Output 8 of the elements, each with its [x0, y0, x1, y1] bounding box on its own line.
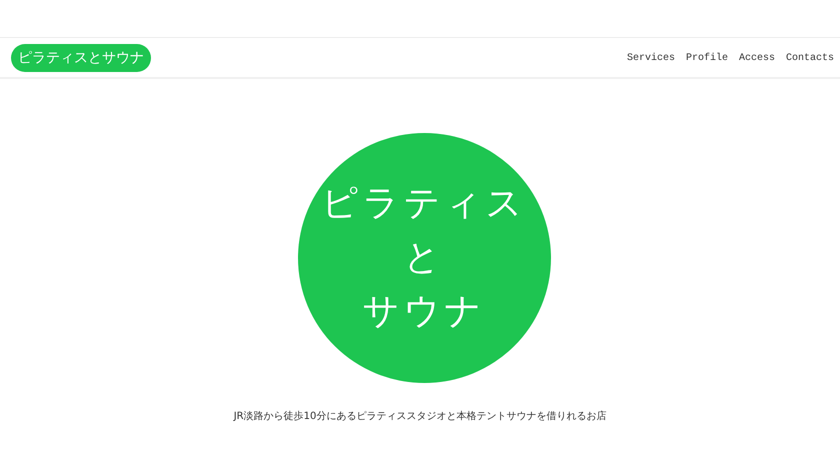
hero-title: サウナ: [362, 290, 486, 334]
nav-link[interactable]: Profile: [686, 52, 728, 64]
nav-link[interactable]: Services: [626, 52, 675, 64]
hero-caption: JR淡路から徒歩10分にあるピラティススタジオと本格テントサウナを借りれるお店: [234, 410, 606, 423]
hero-title: と: [404, 236, 444, 280]
nav-link[interactable]: Contacts: [786, 52, 834, 64]
hero-title: ピラティス: [322, 182, 526, 226]
nav-link[interactable]: Access: [738, 52, 775, 64]
